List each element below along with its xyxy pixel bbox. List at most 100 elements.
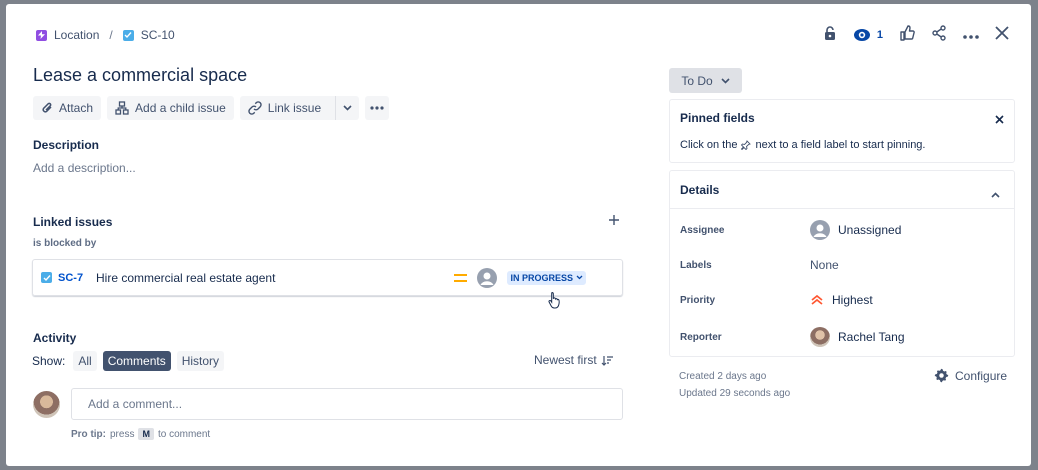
link-issue-label: Link issue (267, 101, 322, 115)
created-timestamp: Created 2 days ago (679, 371, 767, 382)
protip-press: press (110, 428, 135, 440)
chevron-down-icon (721, 77, 730, 84)
labels-field[interactable]: Labels None (680, 258, 839, 272)
labels-value: None (810, 258, 839, 272)
add-linked-issue-button[interactable] (608, 213, 620, 231)
configure-button[interactable]: Configure (934, 368, 1007, 383)
reporter-value: Rachel Tang (838, 330, 905, 344)
reporter-label: Reporter (680, 331, 722, 343)
unassigned-avatar-icon (810, 220, 830, 240)
breadcrumb: Location / SC-10 (36, 28, 175, 42)
breadcrumb-issue-key[interactable]: SC-10 (141, 28, 175, 42)
linked-issue-key[interactable]: SC-7 (58, 272, 90, 284)
assignee-field[interactable]: Assignee Unassigned (680, 220, 901, 240)
close-icon[interactable] (995, 26, 1009, 43)
eye-icon (853, 28, 870, 41)
pinned-fields-heading: Pinned fields (680, 111, 755, 125)
pinned-hint-before: Click on the (680, 139, 738, 151)
breadcrumb-parent-link[interactable]: Location (54, 28, 99, 42)
priority-field[interactable]: Priority Highest (680, 293, 873, 307)
linked-issue-status[interactable]: IN PROGRESS (507, 270, 586, 285)
assignee-label: Assignee (680, 224, 725, 236)
tab-history[interactable]: History (176, 351, 225, 371)
reporter-avatar (810, 327, 830, 347)
collapse-details-button[interactable] (991, 185, 1000, 203)
priority-value: Highest (832, 293, 873, 307)
epic-icon (36, 29, 47, 41)
chevron-down-icon (343, 105, 352, 111)
attach-button[interactable]: Attach (33, 96, 102, 120)
protip-key: M (138, 428, 154, 440)
tab-all[interactable]: All (73, 351, 97, 371)
pin-icon (741, 140, 752, 150)
link-relation-label: is blocked by (33, 238, 97, 249)
task-icon (122, 29, 134, 41)
activity-filter: Show: All Comments History (32, 351, 225, 371)
more-actions-button[interactable] (365, 96, 390, 120)
task-icon (41, 272, 52, 283)
add-child-issue-label: Add a child issue (135, 101, 226, 115)
details-divider (670, 208, 1014, 209)
issue-actions: Attach Add a child issue Link issue (33, 96, 390, 120)
gear-icon (934, 368, 949, 383)
thumbs-up-icon[interactable] (899, 25, 915, 44)
more-options-icon[interactable] (963, 28, 979, 42)
description-field[interactable]: Add a description... (33, 161, 136, 175)
close-pinned-button[interactable] (995, 111, 1004, 129)
sort-order-label: Newest first (534, 353, 597, 367)
share-icon[interactable] (931, 25, 947, 44)
breadcrumb-separator: / (109, 28, 113, 42)
issue-toolbar: 1 (823, 25, 1009, 44)
hierarchy-icon (115, 101, 129, 115)
link-issue-split-button: Link issue (239, 96, 360, 120)
tab-comments[interactable]: Comments (102, 351, 171, 371)
watch-count: 1 (876, 28, 883, 41)
protip-prefix: Pro tip: (71, 428, 106, 440)
close-icon (995, 115, 1004, 124)
plus-icon (609, 215, 619, 225)
pinned-fields-hint: Click on the next to a field label to st… (680, 139, 925, 151)
details-heading: Details (680, 183, 720, 197)
assignee-value: Unassigned (838, 223, 902, 237)
link-issue-button[interactable]: Link issue (240, 96, 329, 120)
link-issue-dropdown[interactable] (335, 96, 359, 120)
reporter-field[interactable]: Reporter Rachel Tang (680, 327, 905, 347)
watch-button[interactable]: 1 (853, 28, 883, 42)
priority-medium-icon (454, 273, 468, 282)
comment-input[interactable]: Add a comment... (71, 388, 623, 420)
pinned-fields-panel: Pinned fields Click on the next to a fie… (669, 99, 1015, 163)
issue-modal: Location / SC-10 1 Lease a commercial sp… (6, 4, 1031, 466)
assignee-avatar (477, 267, 498, 288)
sort-descending-icon (601, 355, 613, 366)
chevron-up-icon (991, 192, 1000, 198)
status-label: To Do (681, 73, 713, 88)
issue-timestamps: Created 2 days ago Updated 29 seconds ag… (679, 368, 790, 402)
link-icon (248, 101, 262, 115)
protip-suffix: to comment (157, 428, 211, 440)
description-heading: Description (33, 138, 100, 152)
status-dropdown[interactable]: To Do (669, 68, 742, 93)
details-panel: Details Assignee Unassigned Labels None … (669, 170, 1015, 357)
linked-issue-row[interactable]: SC-7 Hire commercial real estate agent I… (32, 259, 623, 296)
chevron-down-icon (576, 275, 583, 280)
linked-issues-heading: Linked issues (33, 215, 113, 229)
priority-highest-icon (811, 294, 823, 305)
linked-issue-status-label: IN PROGRESS (510, 272, 573, 283)
issue-title[interactable]: Lease a commercial space (33, 65, 247, 86)
updated-timestamp: Updated 29 seconds ago (679, 388, 791, 399)
paperclip-icon (42, 102, 52, 113)
priority-label: Priority (680, 294, 716, 306)
pinned-hint-after: next to a field label to start pinning. (755, 139, 926, 151)
add-child-issue-button[interactable]: Add a child issue (107, 96, 234, 120)
current-user-avatar (33, 391, 60, 418)
linked-issue-summary[interactable]: Hire commercial real estate agent (96, 271, 454, 285)
labels-label: Labels (680, 259, 712, 271)
hand-cursor-icon (548, 291, 562, 314)
activity-show-label: Show: (32, 354, 66, 368)
activity-heading: Activity (33, 331, 77, 345)
more-icon (370, 106, 384, 110)
configure-label: Configure (955, 368, 1008, 383)
comment-protip: Pro tip: press M to comment (71, 428, 210, 440)
sort-order-button[interactable]: Newest first (534, 353, 613, 367)
lock-icon[interactable] (823, 25, 837, 44)
